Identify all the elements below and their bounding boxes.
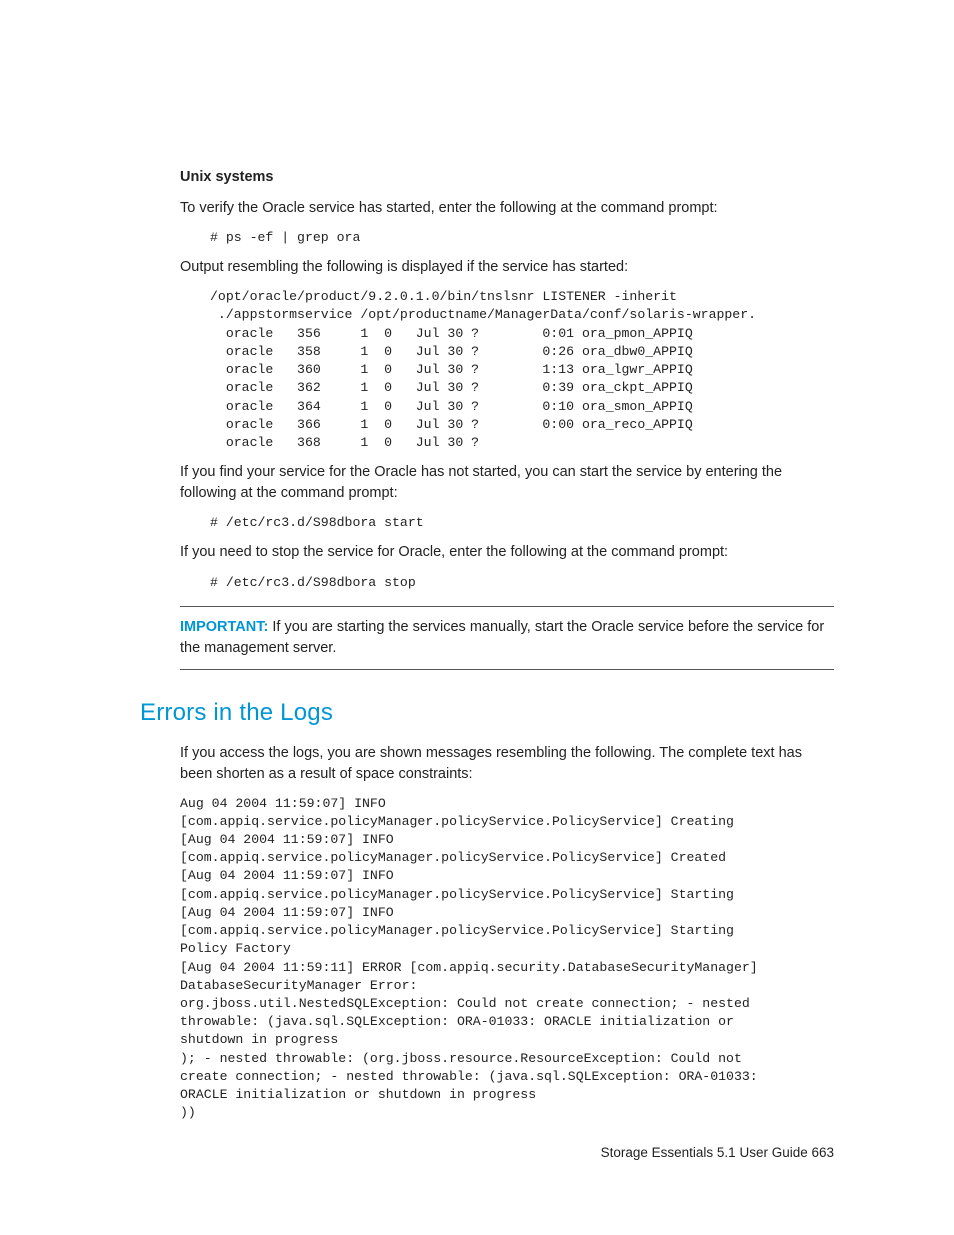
page-footer: Storage Essentials 5.1 User Guide 663: [601, 1143, 834, 1163]
paragraph-start-service: If you find your service for the Oracle …: [180, 462, 834, 504]
paragraph-logs-intro: If you access the logs, you are shown me…: [180, 743, 834, 785]
paragraph-verify: To verify the Oracle service has started…: [180, 198, 834, 219]
page-content: Unix systems To verify the Oracle servic…: [180, 167, 834, 1123]
code-start: # /etc/rc3.d/S98dbora start: [210, 514, 834, 532]
code-log-output: Aug 04 2004 11:59:07] INFO [com.appiq.se…: [180, 795, 834, 1123]
unix-systems-heading: Unix systems: [180, 167, 834, 188]
section-title-errors: Errors in the Logs: [140, 696, 834, 731]
paragraph-output: Output resembling the following is displ…: [180, 257, 834, 278]
code-stop: # /etc/rc3.d/S98dbora stop: [210, 574, 834, 592]
important-note: IMPORTANT: If you are starting the servi…: [180, 606, 834, 670]
important-label: IMPORTANT:: [180, 619, 268, 635]
important-text: If you are starting the services manuall…: [180, 619, 824, 656]
document-page: Unix systems To verify the Oracle servic…: [0, 0, 954, 1235]
paragraph-stop-service: If you need to stop the service for Orac…: [180, 542, 834, 563]
code-ps-grep: # ps -ef | grep ora: [210, 229, 834, 247]
code-ps-output: /opt/oracle/product/9.2.0.1.0/bin/tnslsn…: [210, 288, 834, 452]
